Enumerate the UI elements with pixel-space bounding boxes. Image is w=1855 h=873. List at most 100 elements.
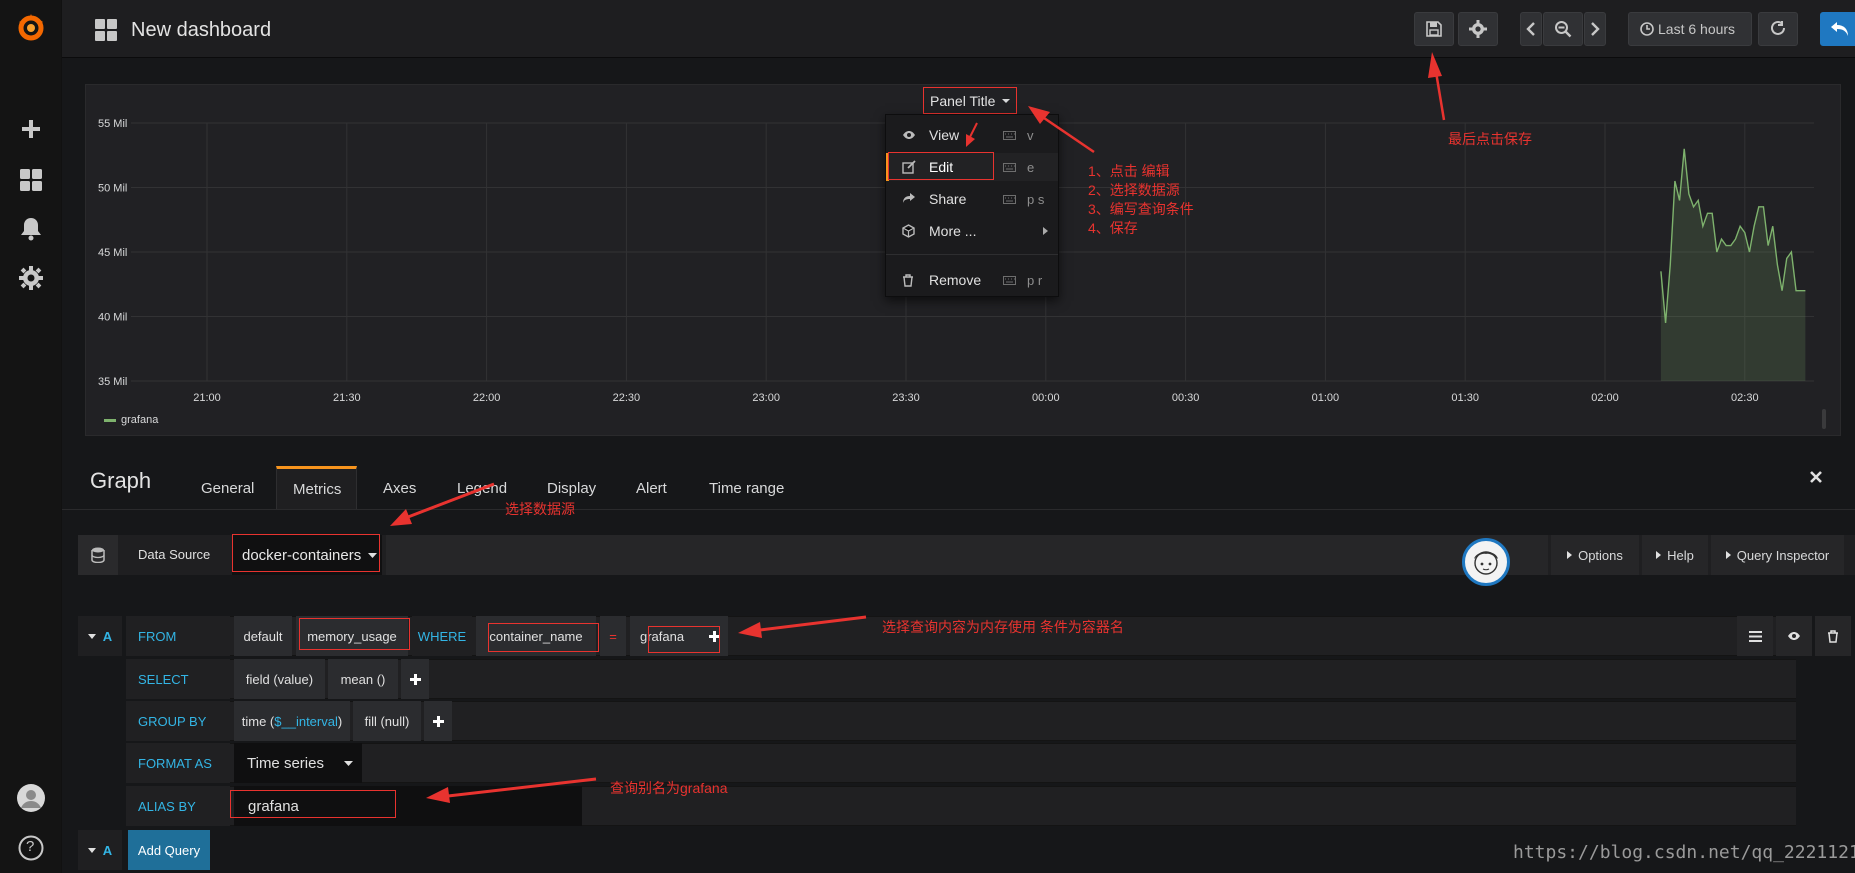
query-menu-button[interactable] xyxy=(1737,616,1773,656)
panel-title-dropdown[interactable]: Panel Title xyxy=(924,87,1017,114)
tag-value-segment[interactable]: grafana xyxy=(630,616,700,656)
delete-query-button[interactable] xyxy=(1815,616,1851,656)
x-tick-label: 21:00 xyxy=(193,392,221,404)
y-tick-label: 50 Mil xyxy=(98,183,127,195)
tag-key-value: container_name xyxy=(489,628,583,644)
add-group-by-button[interactable] xyxy=(424,701,452,741)
close-editor-button[interactable] xyxy=(1809,470,1823,484)
where-keyword: WHERE xyxy=(412,616,472,656)
menu-label-share: Share xyxy=(929,191,967,207)
cube-icon xyxy=(902,224,915,238)
zoom-out-icon xyxy=(1555,21,1572,38)
eye-icon xyxy=(1788,632,1800,640)
format-select[interactable]: Time series xyxy=(234,743,362,783)
x-tick-label: 00:00 xyxy=(1032,392,1060,404)
add-where-button[interactable] xyxy=(700,616,728,656)
keyboard-icon xyxy=(1003,163,1016,172)
toggle-query-visibility-button[interactable] xyxy=(1776,616,1812,656)
panel-resize-handle[interactable] xyxy=(1822,409,1826,429)
caret-right-icon xyxy=(1567,551,1573,559)
group-time-segment[interactable]: time ($__interval) xyxy=(234,701,350,741)
user-avatar[interactable] xyxy=(1462,538,1510,586)
select-keyword: SELECT xyxy=(126,659,230,699)
aggregation-segment[interactable]: mean () xyxy=(328,659,398,699)
measurement-segment[interactable]: memory_usage xyxy=(296,616,408,656)
refresh-button[interactable] xyxy=(1758,12,1798,46)
datasource-spacer xyxy=(386,535,1548,575)
plus-icon[interactable] xyxy=(15,113,47,145)
tab-general[interactable]: General xyxy=(201,466,254,510)
annotation-step-2: 2、选择数据源 xyxy=(1088,182,1180,198)
gear-icon[interactable] xyxy=(15,262,47,294)
add-query-button[interactable]: Add Query xyxy=(128,830,210,870)
field-segment[interactable]: field (value) xyxy=(234,659,325,699)
back-to-dashboard-button[interactable] xyxy=(1820,12,1855,46)
annotation-step-3: 3、编写查询条件 xyxy=(1088,201,1194,217)
tab-time-range[interactable]: Time range xyxy=(709,466,784,510)
save-dashboard-button[interactable] xyxy=(1414,12,1454,46)
menu-item-more[interactable]: More ... xyxy=(886,217,1058,245)
menu-shortcut-share: p s xyxy=(1027,192,1045,207)
group-time-suffix: ) xyxy=(337,713,343,729)
fill-segment[interactable]: fill (null) xyxy=(353,701,421,741)
menu-label-edit: Edit xyxy=(929,159,954,175)
fill-value: fill (null) xyxy=(364,713,410,729)
tab-legend[interactable]: Legend xyxy=(457,466,507,510)
bell-icon[interactable] xyxy=(15,213,47,245)
close-icon xyxy=(1810,471,1822,483)
tag-key-segment[interactable]: container_name xyxy=(476,616,596,656)
y-tick-label: 35 Mil xyxy=(98,376,127,388)
chevron-left-icon xyxy=(1526,22,1535,36)
annotation-save-note: 最后点击保存 xyxy=(1448,131,1532,147)
zoom-out-button[interactable] xyxy=(1543,12,1583,46)
new-query-ref[interactable]: A xyxy=(78,830,122,870)
alias-input[interactable]: grafana xyxy=(234,786,582,826)
trash-icon xyxy=(903,274,913,287)
menu-label-remove: Remove xyxy=(929,272,982,288)
help-icon[interactable]: ? xyxy=(15,832,47,864)
query-collapse-toggle[interactable]: A xyxy=(78,616,122,656)
annotation-step-4: 4、保存 xyxy=(1088,220,1138,236)
time-forward-button[interactable] xyxy=(1584,12,1606,46)
tab-alert[interactable]: Alert xyxy=(636,466,667,510)
datasource-select[interactable]: docker-containers xyxy=(232,535,382,575)
dashboard-settings-button[interactable] xyxy=(1458,12,1498,46)
avatar[interactable] xyxy=(15,782,47,814)
menu-item-view[interactable]: View v xyxy=(886,121,1058,149)
menu-item-remove[interactable]: Remove p r xyxy=(886,266,1058,294)
group-time-var: $__interval xyxy=(274,713,338,729)
group-time-prefix: time ( xyxy=(241,713,275,729)
format-kw-text: FORMAT AS xyxy=(138,755,212,771)
y-tick-label: 45 Mil xyxy=(98,247,127,259)
datasource-value: docker-containers xyxy=(242,546,362,564)
tab-axes[interactable]: Axes xyxy=(383,466,416,510)
menu-item-share[interactable]: Share p s xyxy=(886,185,1058,213)
operator-segment[interactable]: = xyxy=(600,616,626,656)
policy-segment[interactable]: default xyxy=(234,616,292,656)
tab-metrics[interactable]: Metrics xyxy=(276,466,357,510)
x-tick-label: 02:30 xyxy=(1731,392,1759,404)
save-icon xyxy=(1426,21,1442,37)
panel-title: Panel Title xyxy=(930,92,996,109)
panel-menu: View v Edit e Share p s More ... Remove … xyxy=(885,114,1059,297)
legend[interactable]: grafana xyxy=(104,414,158,426)
legend-swatch xyxy=(104,418,116,422)
y-tick-label: 40 Mil xyxy=(98,312,127,324)
add-select-button[interactable] xyxy=(401,659,429,699)
dashboards-icon[interactable] xyxy=(15,164,47,196)
query-inspector-button[interactable]: Query Inspector xyxy=(1711,535,1844,575)
aggregation-value: mean () xyxy=(340,671,386,687)
time-back-button[interactable] xyxy=(1520,12,1542,46)
refresh-icon xyxy=(1771,20,1785,35)
clock-icon xyxy=(1640,22,1654,36)
time-range-picker[interactable]: Last 6 hours xyxy=(1628,12,1752,46)
edit-icon xyxy=(902,160,916,174)
group-by-keyword: GROUP BY xyxy=(126,701,230,741)
menu-item-edit[interactable]: Edit e xyxy=(886,153,1058,181)
menu-label-view: View xyxy=(929,127,960,143)
dashboard-title[interactable]: New dashboard xyxy=(131,19,271,42)
help-button[interactable]: Help xyxy=(1642,535,1708,575)
options-button[interactable]: Options xyxy=(1551,535,1639,575)
dashboard-grid-icon[interactable] xyxy=(94,18,118,42)
grafana-logo-icon[interactable] xyxy=(15,12,47,44)
